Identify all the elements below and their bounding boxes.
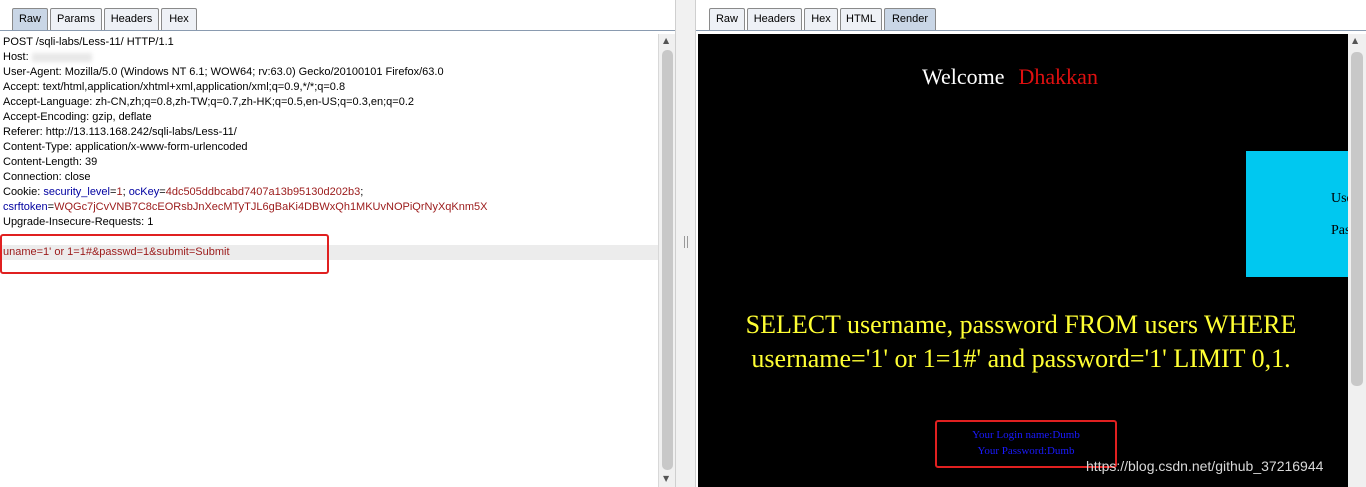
cookie-key-2: ocKey [128, 186, 160, 198]
host-label: Host: [3, 51, 29, 63]
sql-query-line-1: SELECT username, password FROM users WHE… [745, 310, 1297, 339]
login-name-result: Your Login name:Dumb [972, 429, 1080, 441]
password-result: Your Password:Dumb [977, 445, 1075, 457]
welcome-heading: Welcome Dhakkan [922, 64, 1098, 90]
welcome-name: Dhakkan [1018, 64, 1098, 89]
content-length-header: Content-Length: 39 [3, 156, 98, 168]
cookie-prefix: Cookie: [3, 186, 44, 198]
cookie-value-2: 4dc505ddbcabd7407a13b95130d202b3 [165, 186, 361, 198]
tab-render[interactable]: Render [884, 8, 936, 30]
tab-hex[interactable]: Hex [161, 8, 197, 30]
cookie-key-1: security_level [43, 186, 110, 198]
scroll-up-icon[interactable]: ▲ [1352, 36, 1358, 45]
request-scrollbar[interactable]: ▲ ▼ [658, 34, 675, 487]
tab-headers[interactable]: Headers [747, 8, 802, 30]
tab-hex[interactable]: Hex [804, 8, 838, 30]
divider-grip-icon[interactable] [684, 236, 688, 248]
tab-html[interactable]: HTML [840, 8, 882, 30]
csrf-token: csrftoken=WQGc7jCvVNB7C8cEORsbJnXecMTyTJ… [3, 201, 488, 213]
rendered-page: Welcome Dhakkan Use Pas SELECT username, … [698, 34, 1348, 487]
tab-raw[interactable]: Raw [709, 8, 745, 30]
scroll-up-icon[interactable]: ▲ [663, 36, 669, 45]
panel-divider[interactable] [675, 0, 696, 487]
response-scrollbar[interactable]: ▲ [1348, 34, 1366, 487]
watermark: https://blog.csdn.net/github_37216944 [1086, 458, 1324, 474]
body-highlight-box [0, 234, 329, 274]
scroll-down-icon[interactable]: ▼ [663, 474, 669, 483]
upgrade-header: Upgrade-Insecure-Requests: 1 [3, 216, 154, 228]
tab-headers[interactable]: Headers [104, 8, 159, 30]
password-label: Pas [1331, 223, 1348, 238]
cookie-header: Cookie: security_level=1; ocKey=4dc505dd… [3, 186, 364, 198]
burp-suite-window: Raw Params Headers Hex POST /sqli-labs/L… [0, 0, 1366, 487]
sql-query-text: SELECT username, password FROM users WHE… [698, 308, 1344, 376]
accept-header: Accept: text/html,application/xhtml+xml,… [3, 81, 346, 93]
request-tabbar: Raw Params Headers Hex [0, 0, 675, 31]
connection-header: Connection: close [3, 171, 91, 183]
content-type-header: Content-Type: application/x-www-form-url… [3, 141, 248, 153]
response-panel: Raw Headers Hex HTML Render Welcome Dhakk… [696, 0, 1366, 487]
response-scroll-thumb[interactable] [1351, 52, 1363, 386]
request-panel: Raw Params Headers Hex POST /sqli-labs/L… [0, 0, 675, 487]
request-line: POST /sqli-labs/Less-11/ HTTP/1.1 [3, 36, 174, 48]
referer-header: Referer: http://13.113.168.242/sqli-labs… [3, 126, 237, 138]
tab-raw[interactable]: Raw [12, 8, 48, 30]
host-header: Host: [3, 50, 92, 65]
sql-query-line-2: username='1' or 1=1#' and password='1' L… [751, 344, 1291, 373]
csrf-key: csrftoken [3, 201, 48, 213]
tab-params[interactable]: Params [50, 8, 102, 30]
response-tabbar: Raw Headers Hex HTML Render [696, 0, 1366, 31]
redacted-host [31, 52, 92, 62]
username-label: Use [1331, 191, 1348, 206]
accept-language-header: Accept-Language: zh-CN,zh;q=0.8,zh-TW;q=… [3, 96, 415, 108]
welcome-text: Welcome [922, 64, 1005, 89]
user-agent-header: User-Agent: Mozilla/5.0 (Windows NT 6.1;… [3, 66, 444, 78]
csrf-value: WQGc7jCvVNB7C8cEORsbJnXecMTyTJL6gBaKi4DB… [54, 201, 488, 213]
login-form-box: Use Pas [1246, 151, 1348, 277]
accept-encoding-header: Accept-Encoding: gzip, deflate [3, 111, 152, 123]
cookie-value-1: 1 [116, 186, 123, 198]
request-scroll-thumb[interactable] [662, 50, 673, 470]
